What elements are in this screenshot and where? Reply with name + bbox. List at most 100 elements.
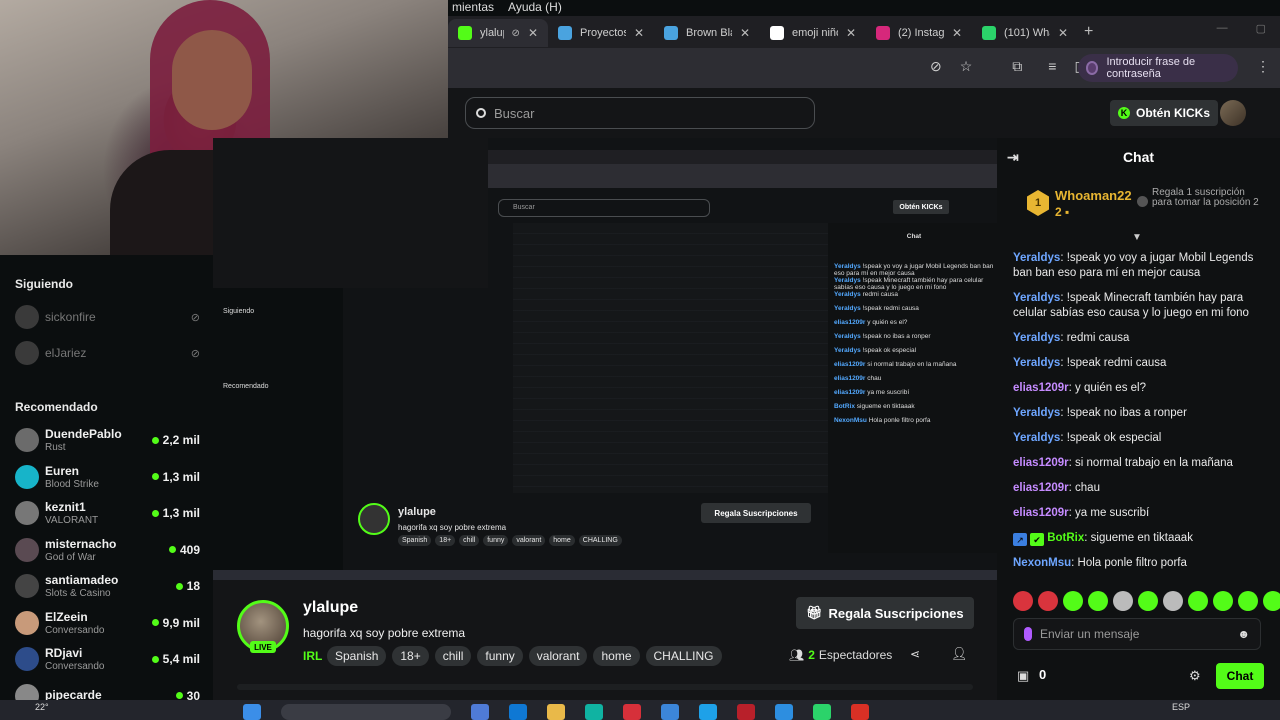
chat-username[interactable]: Yeraldys [1013,407,1060,419]
whatsapp-taskbar-icon[interactable] [813,704,831,720]
emote-icon[interactable] [1088,591,1108,611]
collapse-chat-icon[interactable]: ⇥ [1007,149,1019,166]
chat-username[interactable]: elias1209r [1013,482,1069,494]
close-tab-icon[interactable]: ✕ [634,26,644,40]
recommended-item[interactable]: santiamadeo Slots & Casino 18 [15,568,200,604]
chat-username[interactable]: elias1209r [1013,457,1069,469]
emote-icon[interactable] [1263,591,1280,611]
browser-tab[interactable]: (101) Wha ✕ [972,19,1078,47]
profile-passphrase-button[interactable]: Introducir frase de contraseña [1078,54,1238,82]
user-avatar[interactable] [1220,100,1246,126]
browser-tab[interactable]: Proyectos ✕ [548,19,654,47]
close-tab-icon[interactable]: ✕ [528,26,538,40]
expand-arrow-icon[interactable]: ▼ [1132,232,1142,243]
emote-icon[interactable] [1163,591,1183,611]
emote-icon[interactable] [1188,591,1208,611]
maximize-icon[interactable]: ▢ [1256,22,1266,35]
browser-tab[interactable]: ylalupe ⊘ ✕ [448,19,548,47]
tag-pill[interactable]: 18+ [392,646,429,666]
emote-icon[interactable] [1038,591,1058,611]
tag-pill[interactable]: Spanish [327,646,387,666]
live-dot-icon [151,619,159,626]
gifter-name[interactable]: Whoaman22 [1055,188,1132,203]
app-icon[interactable] [471,704,489,720]
app-icon[interactable] [775,704,793,720]
bookmark-star-icon[interactable]: ☆ [960,58,973,75]
chat-input[interactable]: Enviar un mensaje ☻ [1013,618,1261,650]
emote-icon[interactable] [1013,591,1033,611]
chat-username[interactable]: elias1209r [1013,382,1069,394]
app-icon[interactable] [661,704,679,720]
stream-category[interactable]: IRL [303,649,322,663]
new-tab-button[interactable]: + [1084,23,1093,41]
close-tab-icon[interactable]: ✕ [740,26,750,40]
tab-muted-icon[interactable]: ⊘ [512,28,520,39]
tag-pill[interactable]: chill [434,646,472,666]
tag-pill[interactable]: CHALLING [645,646,722,666]
chat-username[interactable]: elias1209r [1013,507,1069,519]
emote-icon[interactable] [1213,591,1233,611]
chat-username[interactable]: Yeraldys [1013,357,1060,369]
emote-icon[interactable] [1063,591,1083,611]
following-item[interactable]: elJariez ⊘ [15,335,200,371]
app-icon[interactable] [699,704,717,720]
recommended-item[interactable]: Euren Blood Strike 1,3 mil [15,459,200,495]
extensions-icon[interactable]: ⧉ [1012,58,1022,75]
close-tab-icon[interactable]: ✕ [1058,26,1068,40]
chat-settings-icon[interactable]: ⚙ [1189,668,1201,684]
chat-username[interactable]: Yeraldys [1013,292,1060,304]
app-icon[interactable] [737,704,755,720]
menu-help[interactable]: Ayuda (H) [508,0,562,16]
close-tab-icon[interactable]: ✕ [846,26,856,40]
share-icon[interactable]: ⋖ [910,647,920,661]
emote-icon[interactable] [1113,591,1133,611]
capture-chat-user: BotRix [834,403,855,410]
follow-icon[interactable]: 👤︎ [951,646,968,662]
tag-pill[interactable]: valorant [528,646,588,666]
weather-widget[interactable]: 22° [35,702,49,712]
points-chest-icon[interactable]: ▣ [1017,668,1029,684]
microphone-icon[interactable] [1024,627,1032,641]
media-control-icon[interactable]: ≡ [1048,58,1056,75]
menu-tools[interactable]: mientas [452,0,494,16]
gift-subscriptions-button[interactable]: 🎁︎ Regala Suscripciones [796,597,974,629]
chat-username[interactable]: Yeraldys [1013,432,1060,444]
search-input[interactable]: Buscar [465,97,815,129]
app-icon[interactable] [585,704,603,720]
gift-prompt[interactable]: Regala 1 suscripción para tomar la posic… [1137,188,1267,208]
explorer-icon[interactable] [547,704,565,720]
following-item[interactable]: sickonfire ⊘ [15,299,200,335]
capture-chat-text: y quién es el? [867,319,908,326]
language-indicator[interactable]: ESP [1172,702,1190,712]
get-kicks-button[interactable]: K Obtén KICKs [1110,100,1219,126]
browser-menu-icon[interactable]: ⋮ [1256,58,1270,75]
start-icon[interactable] [243,704,261,720]
tag-pill[interactable]: home [593,646,640,666]
capture-chat-title: Chat [906,233,922,240]
send-chat-button[interactable]: Chat [1216,663,1264,689]
tag-pill[interactable]: funny [477,646,523,666]
recommended-item[interactable]: keznit1 VALORANT 1,3 mil [15,495,200,531]
minimize-icon[interactable]: — [1217,22,1228,35]
chat-username[interactable]: Yeraldys [1013,332,1060,344]
streamer-name[interactable]: ylalupe [303,599,358,617]
app-icon[interactable] [623,704,641,720]
recommended-item[interactable]: DuendePablo Rust 2,2 mil [15,422,200,458]
taskbar-search[interactable] [281,704,451,720]
browser-tab[interactable]: Brown Bla ✕ [654,19,760,47]
chrome-icon[interactable] [851,704,869,720]
mute-tab-icon[interactable]: ⊘ [930,58,942,75]
recommended-item[interactable]: misternacho God of War 409 [15,532,200,568]
close-tab-icon[interactable]: ✕ [952,26,962,40]
chat-username[interactable]: BotRix [1047,532,1084,544]
emote-icon[interactable] [1138,591,1158,611]
browser-tab[interactable]: (2) Instag ✕ [866,19,972,47]
emoji-icon[interactable]: ☻ [1237,627,1250,641]
browser-tab[interactable]: emoji niño ✕ [760,19,866,47]
recommended-item[interactable]: ElZeein Conversando 9,9 mil [15,605,200,641]
recommended-item[interactable]: RDjavi Conversando 5,4 mil [15,641,200,677]
emote-icon[interactable] [1238,591,1258,611]
edge-icon[interactable] [509,704,527,720]
chat-username[interactable]: Yeraldys [1013,252,1060,264]
chat-username[interactable]: NexonMsu [1013,557,1071,569]
